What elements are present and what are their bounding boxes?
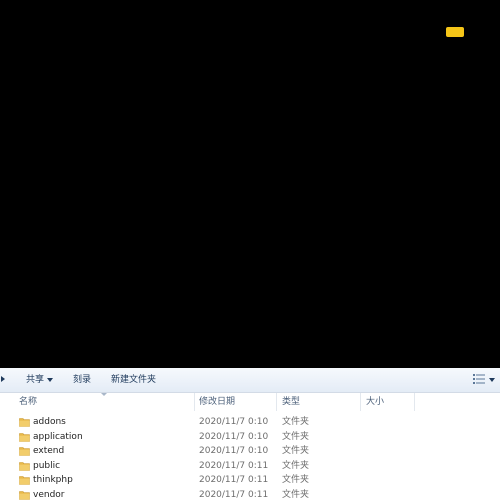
folder-icon [19,491,30,500]
file-name: vendor [33,489,65,500]
column-header-size[interactable]: 大小 [366,396,384,408]
file-date: 2020/11/7 0:11 [199,489,269,500]
column-header-row: 名称 修改日期 类型 大小 [0,393,500,411]
share-label: 共享 [26,375,45,385]
file-name: public [33,460,61,471]
file-date: 2020/11/7 0:10 [199,431,269,442]
column-divider[interactable] [276,393,277,411]
file-type: 文件夹 [282,475,310,486]
file-type: 文件夹 [282,460,310,471]
file-explorer: 共享 刻录 新建文件夹 名称 修改日期 类型 大小 addons 2020/11… [0,368,500,500]
burn-button[interactable]: 刻录 [73,374,91,386]
file-name: extend [33,446,65,457]
file-date: 2020/11/7 0:10 [199,446,269,457]
column-header-date[interactable]: 修改日期 [199,396,235,408]
burn-label: 刻录 [73,375,92,385]
column-divider[interactable] [360,393,361,411]
file-type: 文件夹 [282,446,310,457]
command-bar: 共享 刻录 新建文件夹 [0,368,500,393]
list-item[interactable]: thinkphp 2020/11/7 0:11 文件夹 [0,473,500,488]
column-header-type[interactable]: 类型 [282,396,300,408]
folder-icon [19,418,30,427]
toolbar-overflow-arrow-icon[interactable] [1,376,5,382]
column-divider[interactable] [414,393,415,411]
folder-icon [19,461,30,471]
overlay-badge [446,27,464,37]
folder-icon [19,476,30,486]
new-folder-button[interactable]: 新建文件夹 [111,374,156,386]
file-type: 文件夹 [282,431,310,442]
share-button[interactable]: 共享 [26,374,54,386]
sort-indicator-icon [101,393,107,396]
list-item[interactable]: vendor 2020/11/7 0:11 文件夹 [0,488,500,500]
file-type: 文件夹 [282,489,310,500]
file-date: 2020/11/7 0:11 [199,460,269,471]
file-list: addons 2020/11/7 0:10 文件夹 application 20… [0,415,500,500]
screen: 共享 刻录 新建文件夹 名称 修改日期 类型 大小 addons 2020/11… [0,0,500,500]
list-item[interactable]: addons 2020/11/7 0:10 文件夹 [0,415,500,430]
view-options-icon[interactable] [473,374,485,384]
new-folder-label: 新建文件夹 [111,375,157,385]
folder-icon [19,432,30,442]
list-item[interactable]: application 2020/11/7 0:10 文件夹 [0,430,500,445]
folder-icon [19,447,30,456]
file-date: 2020/11/7 0:10 [199,417,269,427]
list-item[interactable]: extend 2020/11/7 0:10 文件夹 [0,444,500,459]
column-header-name[interactable]: 名称 [19,396,37,408]
view-options-chevron-icon[interactable] [489,378,495,382]
video-area [0,0,500,368]
column-divider[interactable] [194,393,195,411]
chevron-down-icon [47,377,54,382]
file-name: addons [33,417,66,427]
file-name: application [33,431,83,442]
list-item[interactable]: public 2020/11/7 0:11 文件夹 [0,459,500,474]
file-type: 文件夹 [282,417,310,427]
file-date: 2020/11/7 0:11 [199,475,269,486]
file-name: thinkphp [33,475,73,486]
